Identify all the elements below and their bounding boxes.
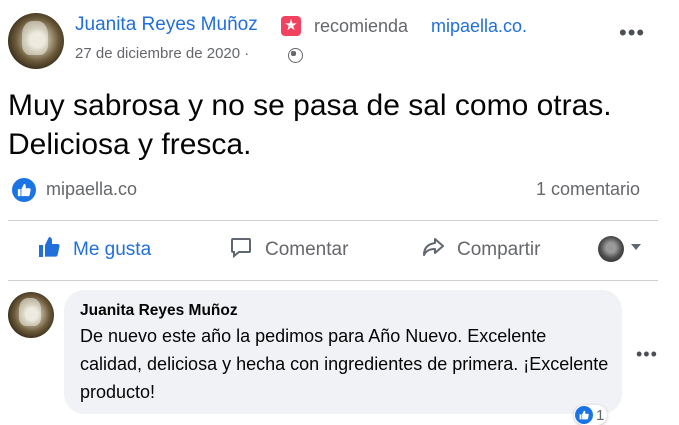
chevron-down-icon[interactable] [631, 244, 641, 250]
comment-button-label: Comentar [265, 239, 349, 260]
like-button[interactable]: Me gusta [37, 233, 151, 267]
post-text: Muy sabrosa y no se pasa de sal como otr… [8, 89, 612, 161]
comment-reaction-count[interactable]: 1 [574, 405, 608, 425]
recommends-label: recomienda [314, 16, 409, 36]
comment-text: De nuevo este año la pedimos para Año Nu… [80, 326, 609, 402]
author-avatar[interactable] [8, 13, 64, 69]
share-button[interactable]: Compartir [421, 233, 540, 267]
share-arrow-icon [421, 235, 445, 265]
commenter-name-link[interactable]: Juanita Reyes Muñoz [80, 302, 238, 320]
share-button-label: Compartir [457, 239, 541, 260]
post-more-options-button[interactable]: ••• [619, 22, 645, 44]
comment-more-options-button[interactable]: ••• [636, 345, 658, 363]
page-name-link[interactable]: mipaella.co. [431, 16, 527, 37]
author-name-link[interactable]: Juanita Reyes Muñoz [75, 14, 258, 36]
divider [8, 280, 658, 281]
like-reaction-icon [575, 406, 593, 424]
divider [8, 220, 658, 221]
globe-icon [288, 48, 303, 63]
post-date-link[interactable]: 27 de diciembre de 2020 · [75, 45, 249, 62]
comment-reaction-number: 1 [596, 406, 605, 424]
commenter-avatar[interactable] [8, 292, 54, 338]
thumbs-up-icon [37, 235, 61, 265]
recommend-star-icon: ★ [281, 16, 301, 36]
like-button-label: Me gusta [73, 239, 152, 260]
comment-button[interactable]: Comentar [229, 233, 348, 267]
comment-bubble-icon [229, 235, 253, 265]
reactions-summary[interactable]: mipaella.co [46, 179, 137, 200]
like-reaction-icon[interactable] [12, 178, 36, 202]
comment-count-link[interactable]: 1 comentario [536, 179, 640, 200]
reaction-profile-avatar[interactable] [598, 236, 624, 262]
